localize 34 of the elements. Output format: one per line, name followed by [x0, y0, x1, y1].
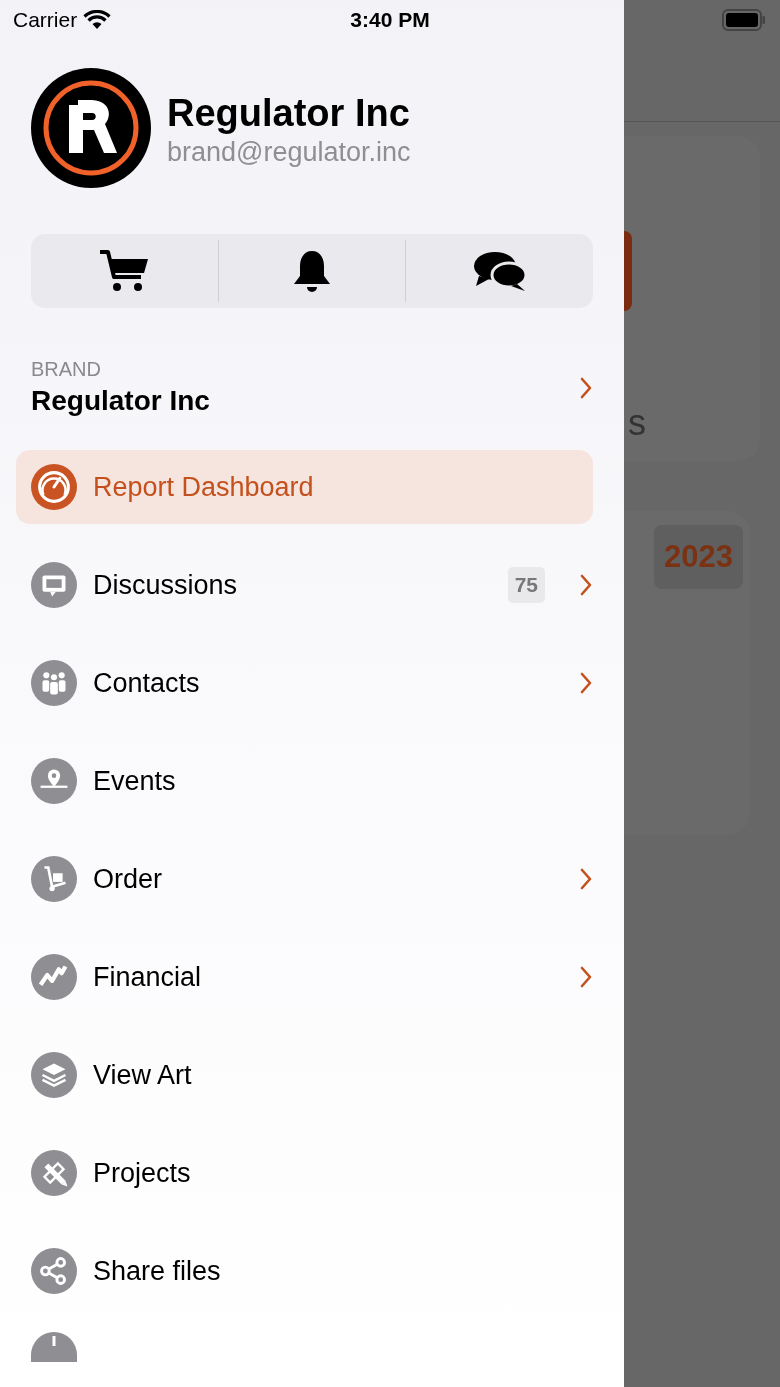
hand-truck-icon	[31, 856, 77, 902]
layers-icon	[31, 1052, 77, 1098]
carrier-label: Carrier	[13, 8, 78, 32]
year-badge: 2023	[654, 525, 743, 589]
menu-item[interactable]: Report Dashboard	[16, 450, 593, 524]
cart-icon	[99, 249, 150, 293]
menu-item[interactable]: Share files	[16, 1234, 593, 1308]
menu-item[interactable]: Events	[16, 744, 593, 818]
menu-item[interactable]: Projects	[16, 1136, 593, 1210]
menu-item[interactable]: View Art	[16, 1038, 593, 1112]
menu-item[interactable]: Discussions 75	[16, 548, 593, 622]
status-time: 3:40 PM	[350, 8, 430, 32]
card-label: s	[628, 405, 647, 441]
share-icon	[31, 1248, 77, 1294]
brand-selector[interactable]: BRAND Regulator Inc	[31, 358, 593, 417]
brand-caption: BRAND	[31, 358, 102, 381]
menu-item[interactable]: Financial	[16, 940, 593, 1014]
profile-name: Regulator Inc	[167, 92, 411, 135]
gauge-icon	[31, 464, 77, 510]
count-badge: 75	[507, 567, 545, 603]
chat-bubbles-icon	[472, 250, 527, 292]
menu-icon	[31, 1332, 77, 1362]
chat-icon	[31, 562, 77, 608]
brand-name: Regulator Inc	[31, 385, 211, 417]
line-chart-icon	[31, 954, 77, 1000]
wifi-icon	[83, 10, 112, 30]
profile-email: brand@regulator.inc	[167, 137, 411, 168]
battery-icon	[722, 9, 766, 31]
menu-item[interactable]: Contacts	[16, 646, 593, 720]
bell-icon	[292, 249, 332, 293]
menu-item[interactable]: Order	[16, 842, 593, 916]
pencil-ruler-icon	[31, 1150, 77, 1196]
map-pin-icon	[31, 758, 77, 804]
people-icon	[31, 660, 77, 706]
